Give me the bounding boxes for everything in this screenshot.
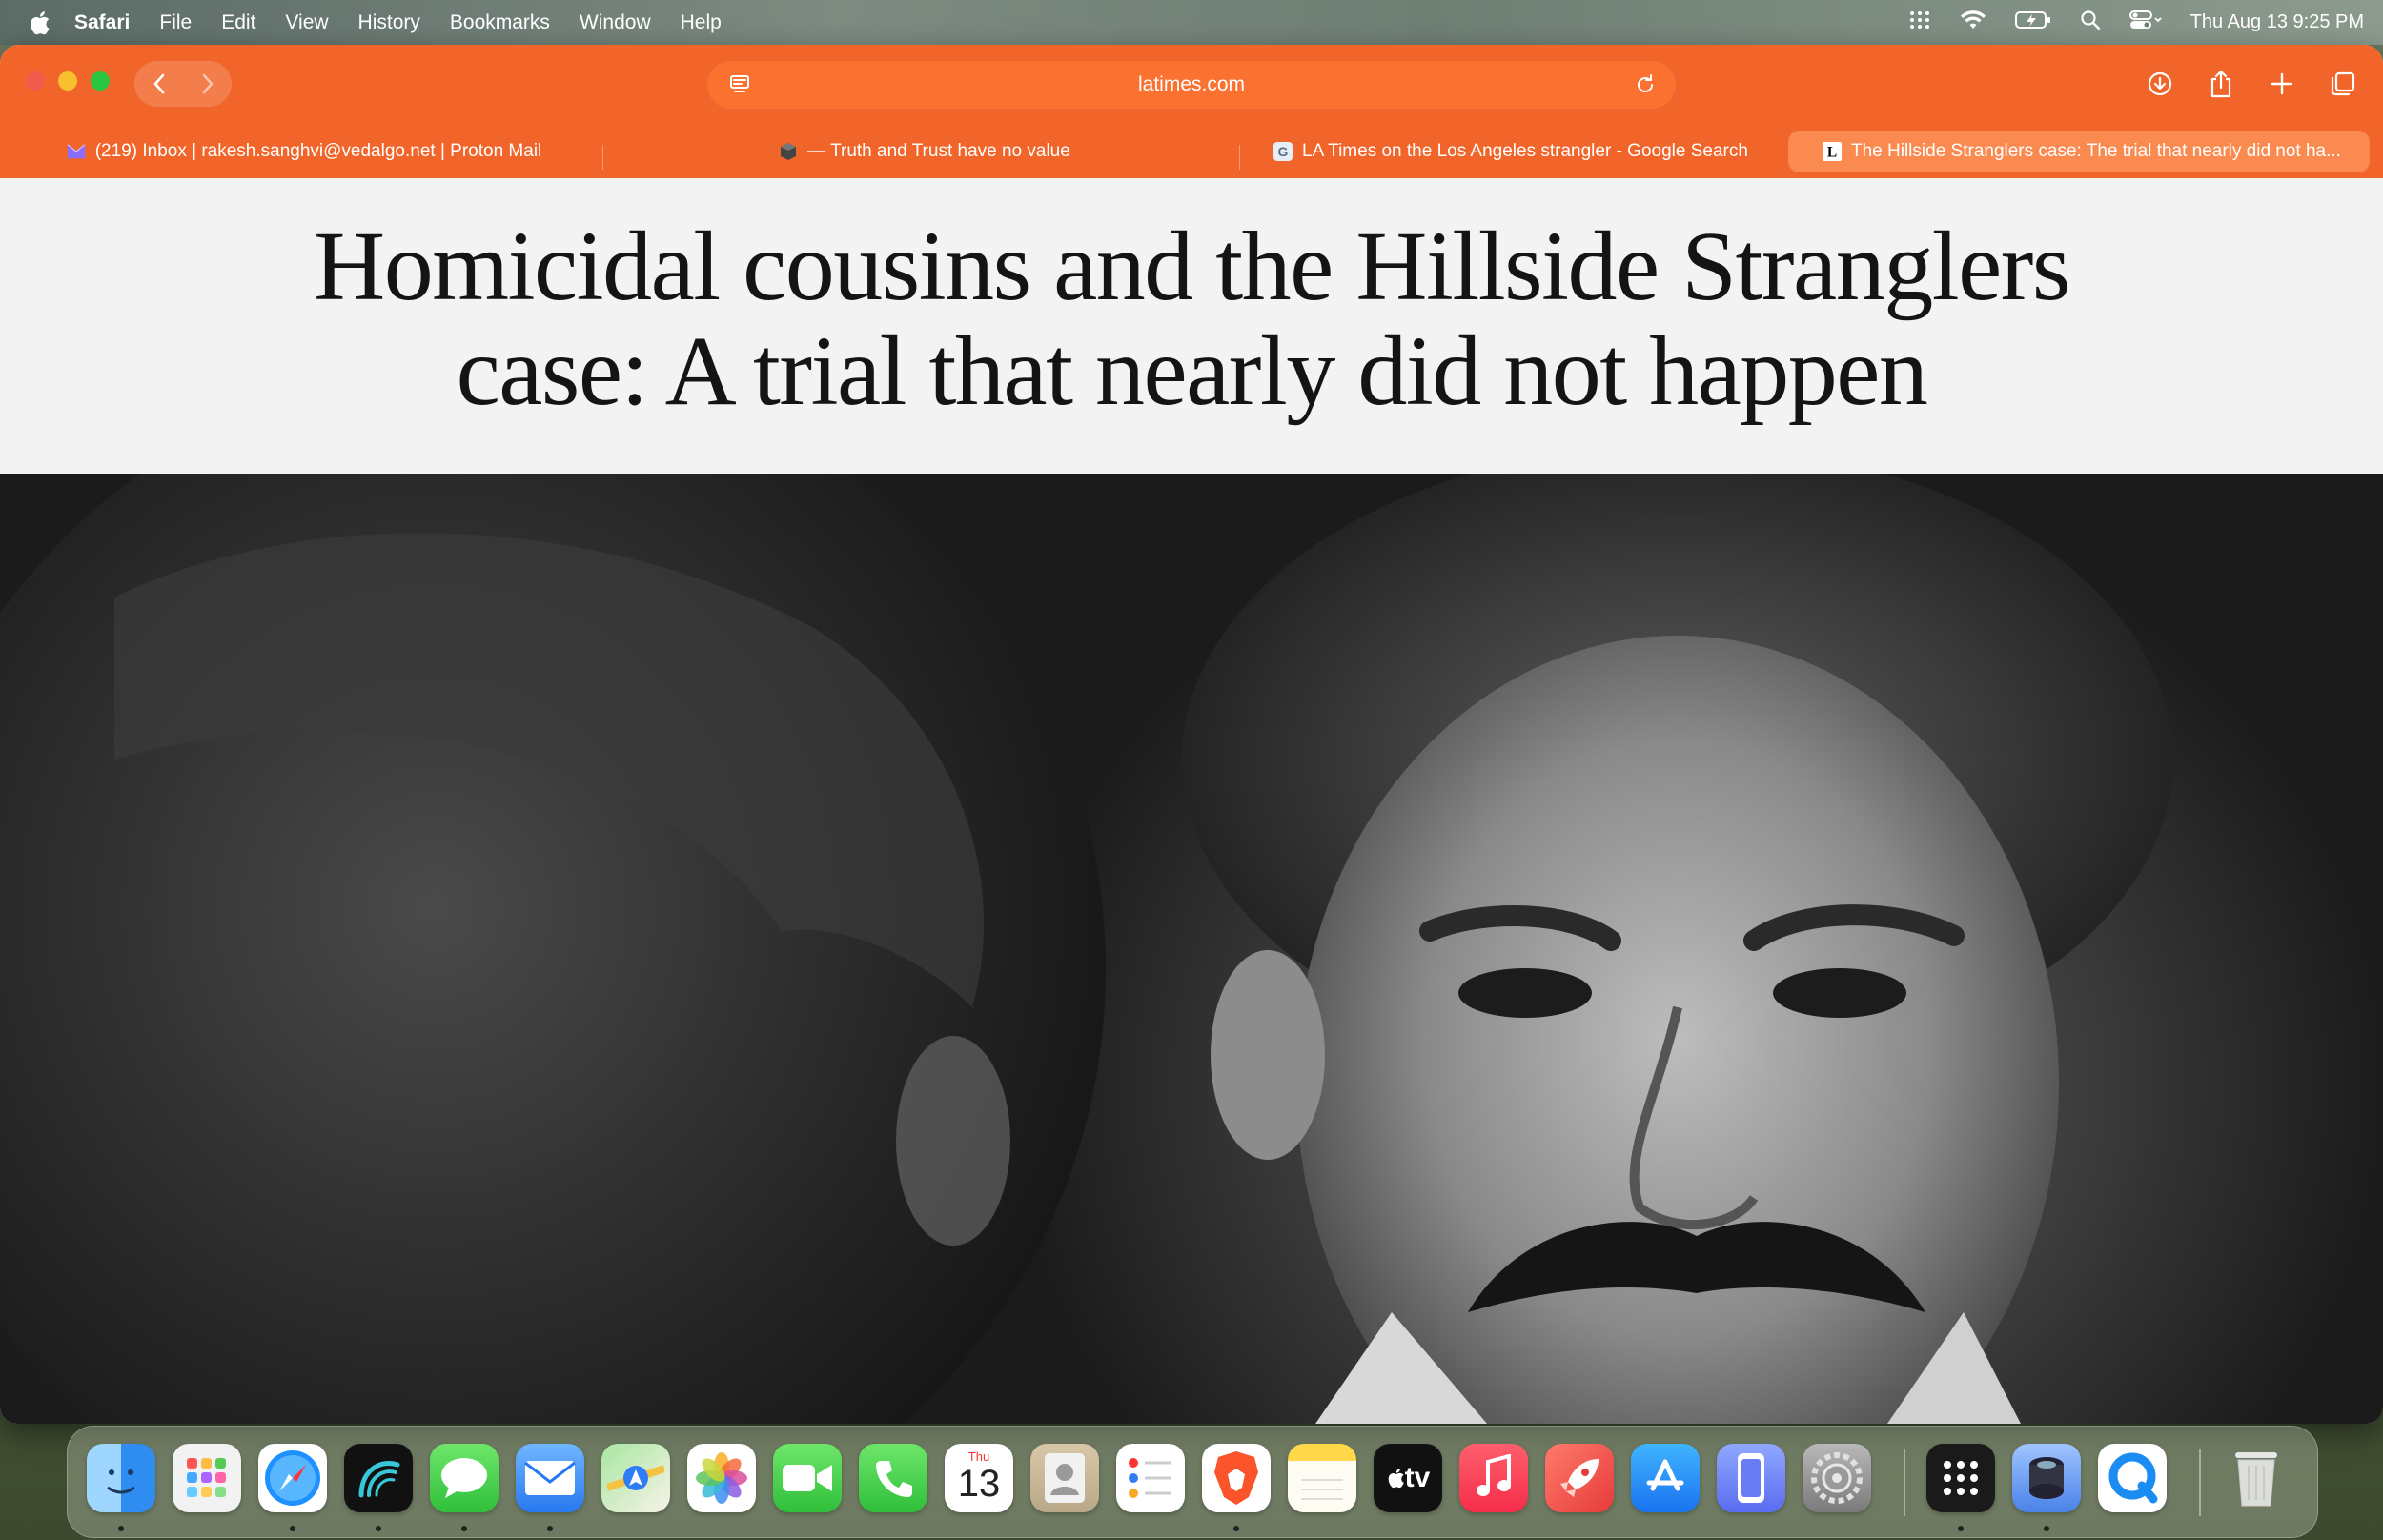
- forward-button[interactable]: [189, 65, 227, 103]
- dock-disk-app-icon[interactable]: [2012, 1444, 2081, 1512]
- svg-text:L: L: [1827, 144, 1837, 160]
- dock-notes-icon[interactable]: [1288, 1444, 1356, 1512]
- window-minimize-button[interactable]: [58, 71, 77, 91]
- menu-bookmarks[interactable]: Bookmarks: [450, 11, 550, 34]
- window-close-button[interactable]: [26, 71, 45, 91]
- tab-title: The Hillside Stranglers case: The trial …: [1851, 141, 2341, 161]
- dock-messages-icon[interactable]: [430, 1444, 499, 1512]
- address-bar[interactable]: latimes.com: [707, 61, 1676, 109]
- new-tab-button[interactable]: [2261, 63, 2303, 105]
- dock-grid-app-icon[interactable]: [1926, 1444, 1995, 1512]
- dock-reminders-icon[interactable]: [1116, 1444, 1185, 1512]
- web-page-content: Homicidal cousins and the Hillside Stran…: [0, 178, 2383, 1424]
- calendar-day: 13: [957, 1463, 1001, 1505]
- google-icon: G: [1273, 142, 1293, 161]
- dock-rocket-app-icon[interactable]: [1545, 1444, 1614, 1512]
- menu-view[interactable]: View: [285, 11, 328, 34]
- tab-title: — Truth and Trust have no value: [807, 141, 1070, 161]
- apple-tv-label: tv: [1404, 1462, 1431, 1493]
- running-indicator: [547, 1526, 553, 1531]
- dock-music-icon[interactable]: [1459, 1444, 1528, 1512]
- tab-google-search[interactable]: G LA Times on the Los Angeles strangler …: [1239, 131, 1782, 172]
- reload-icon[interactable]: [1632, 71, 1659, 98]
- menu-bar: Safari File Edit View History Bookmarks …: [0, 0, 2383, 45]
- tab-overview-button[interactable]: [2322, 63, 2364, 105]
- dock-divider: [1904, 1449, 1905, 1516]
- back-button[interactable]: [140, 65, 178, 103]
- control-center-icon[interactable]: [2128, 10, 2162, 36]
- svg-text:G: G: [1278, 144, 1289, 159]
- tab-title: LA Times on the Los Angeles strangler - …: [1302, 141, 1748, 161]
- nav-buttons: [134, 61, 232, 107]
- tab-separator: [602, 145, 603, 170]
- running-indicator: [118, 1526, 124, 1531]
- tab-hillside-stranglers-active[interactable]: L The Hillside Stranglers case: The tria…: [1788, 131, 2370, 172]
- calendar-weekday: Thu: [967, 1449, 990, 1464]
- cube-icon: [779, 142, 798, 161]
- article-headline: Homicidal cousins and the Hillside Stran…: [0, 214, 2383, 424]
- running-indicator: [461, 1526, 467, 1531]
- window-zoom-button[interactable]: [91, 71, 110, 91]
- dock-launchpad-icon[interactable]: [173, 1444, 241, 1512]
- dock-maps-icon[interactable]: [601, 1444, 670, 1512]
- dock: Thu 13 tv: [67, 1426, 2318, 1538]
- dock-trash-icon[interactable]: [2222, 1444, 2291, 1512]
- tab-title: (219) Inbox | rakesh.sanghvi@vedalgo.net…: [94, 141, 542, 161]
- tab-truth-and-trust[interactable]: — Truth and Trust have no value: [610, 131, 1239, 172]
- dock-phone-icon[interactable]: [859, 1444, 927, 1512]
- dock-wave-app-icon[interactable]: [344, 1444, 413, 1512]
- reader-view-icon[interactable]: [726, 71, 753, 98]
- hero-photo-illustration: [0, 474, 2173, 1424]
- headline-line-1: Homicidal cousins and the Hillside Stran…: [314, 212, 2070, 321]
- apple-menu-icon[interactable]: [27, 9, 51, 37]
- dock-calendar-icon[interactable]: Thu 13: [945, 1444, 1013, 1512]
- menu-app-safari[interactable]: Safari: [74, 11, 130, 34]
- menu-history[interactable]: History: [358, 11, 420, 34]
- running-indicator: [290, 1526, 295, 1531]
- dock-system-settings-icon[interactable]: [1803, 1444, 1871, 1512]
- dock-divider: [2199, 1449, 2201, 1516]
- dock-quicktime-icon[interactable]: [2098, 1444, 2167, 1512]
- proton-mail-icon: [67, 142, 86, 161]
- spotlight-search-icon[interactable]: [2080, 10, 2101, 36]
- dock-mail-icon[interactable]: [516, 1444, 584, 1512]
- running-indicator: [376, 1526, 381, 1531]
- menu-help[interactable]: Help: [681, 11, 722, 34]
- dock-finder-icon[interactable]: [87, 1444, 155, 1512]
- tab-bar: (219) Inbox | rakesh.sanghvi@vedalgo.net…: [0, 124, 2383, 178]
- running-indicator: [1233, 1526, 1239, 1531]
- safari-window: latimes.com (219) Inbox | rakesh.sanghvi…: [0, 45, 2383, 1424]
- dock-contacts-icon[interactable]: [1030, 1444, 1099, 1512]
- running-indicator: [1958, 1526, 1964, 1531]
- menu-window[interactable]: Window: [580, 11, 651, 34]
- dock-app-store-icon[interactable]: [1631, 1444, 1700, 1512]
- dock-brave-icon[interactable]: [1202, 1444, 1271, 1512]
- latimes-icon: L: [1823, 142, 1842, 161]
- menu-extras-icon[interactable]: [1908, 10, 1931, 36]
- dock-iphone-mirroring-icon[interactable]: [1717, 1444, 1785, 1512]
- menu-clock[interactable]: Thu Aug 13 9:25 PM: [2190, 11, 2364, 33]
- downloads-button[interactable]: [2139, 63, 2181, 105]
- dock-safari-icon[interactable]: [258, 1444, 327, 1512]
- battery-icon[interactable]: [2014, 10, 2051, 35]
- wifi-icon[interactable]: [1960, 10, 1986, 36]
- url-text: latimes.com: [1137, 73, 1246, 95]
- menu-edit[interactable]: Edit: [221, 11, 255, 34]
- dock-photos-icon[interactable]: [687, 1444, 756, 1512]
- dock-apple-tv-icon[interactable]: tv: [1374, 1444, 1442, 1512]
- browser-toolbar: latimes.com: [0, 45, 2383, 124]
- headline-line-2: case: A trial that nearly did not happen: [456, 316, 1928, 426]
- tab-proton-mail[interactable]: (219) Inbox | rakesh.sanghvi@vedalgo.net…: [11, 131, 597, 172]
- menu-file[interactable]: File: [159, 11, 192, 34]
- article-hero-photo: [0, 474, 2383, 1424]
- running-indicator: [2044, 1526, 2049, 1531]
- dock-facetime-icon[interactable]: [773, 1444, 842, 1512]
- share-button[interactable]: [2200, 63, 2242, 105]
